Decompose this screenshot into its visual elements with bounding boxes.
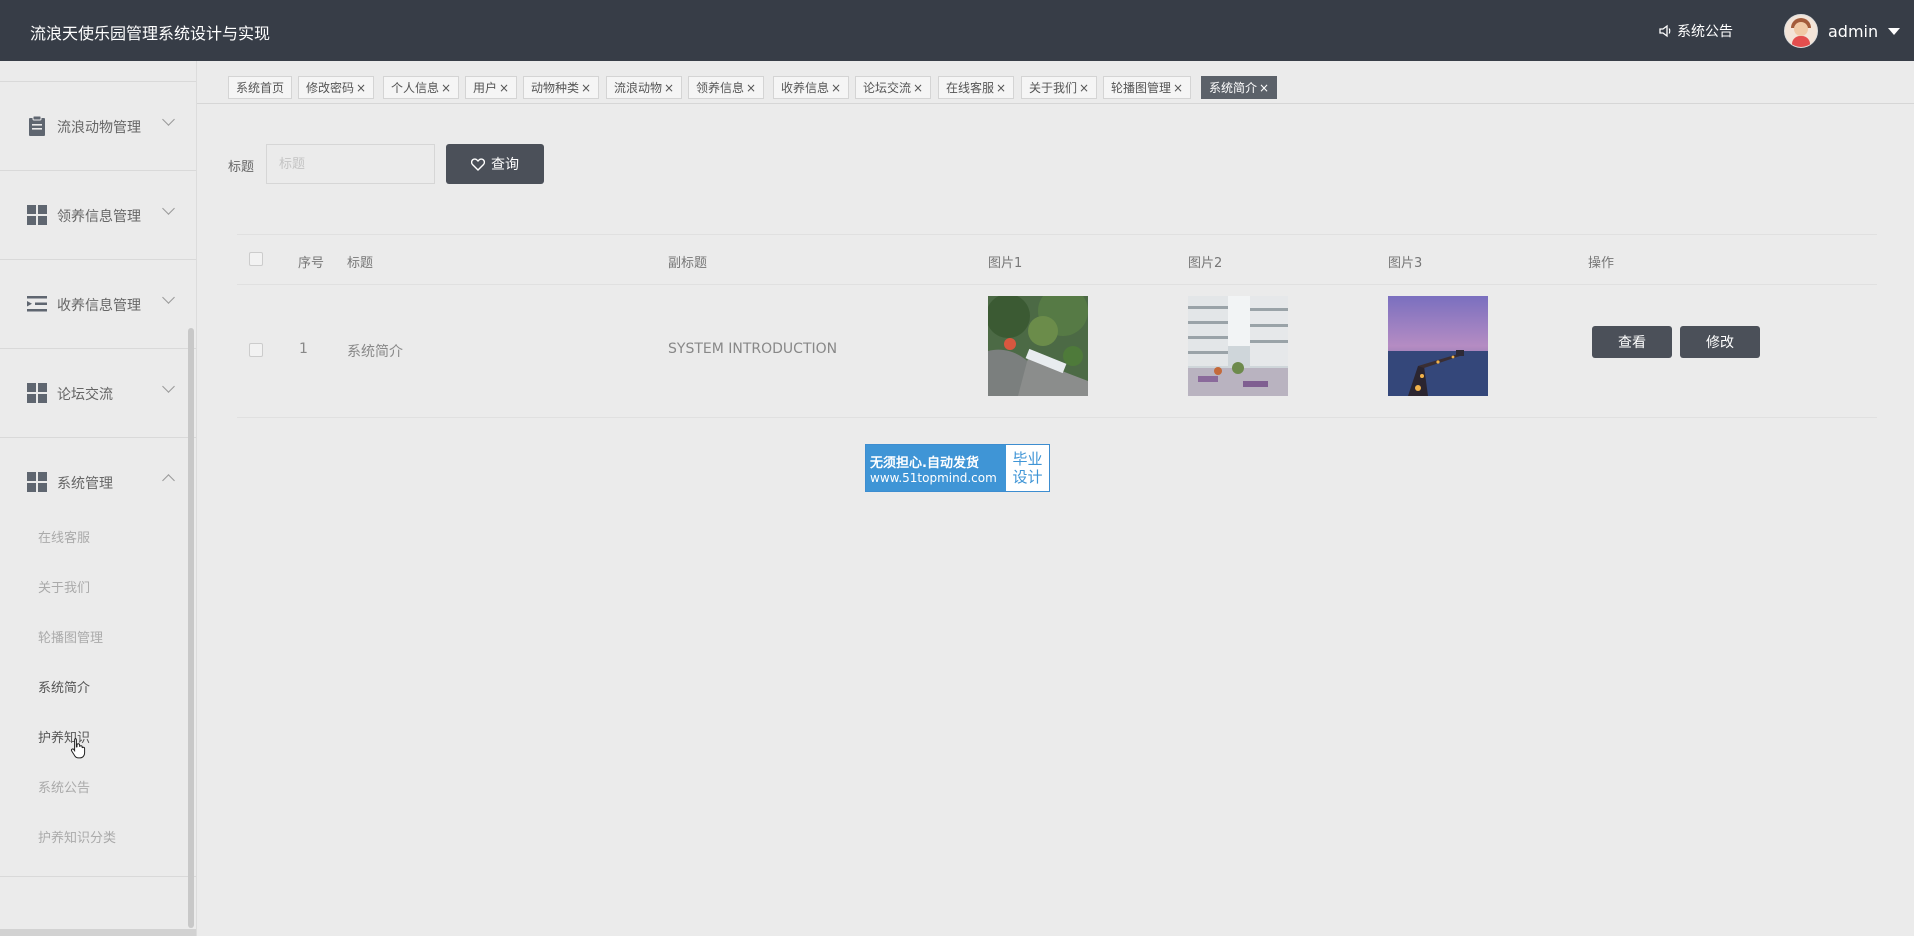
tab-bar: 系统首页 修改密码 × 个人信息 × 用户 × 动物种类 × 流浪动物 × 领养信息 × 收…	[197, 61, 1914, 104]
list-indent-icon	[27, 296, 47, 312]
row-title: 系统简介	[347, 344, 403, 360]
search-label: 标题	[228, 160, 255, 175]
sidebar-item-online-service[interactable]: 在线客服	[38, 527, 90, 546]
grid-icon	[27, 383, 47, 403]
sidebar-item-carousel[interactable]: 轮播图管理	[38, 627, 103, 646]
tab-users[interactable]: 用户 ×	[465, 76, 518, 99]
edit-button[interactable]: 修改	[1680, 326, 1760, 358]
tab-online-service[interactable]: 在线客服 ×	[938, 76, 1015, 99]
sidebar-item-system-notice[interactable]: 系统公告	[38, 777, 90, 796]
tab-carousel[interactable]: 轮播图管理 ×	[1103, 76, 1192, 99]
column-header-title: 标题	[347, 256, 374, 271]
sidebar-group-forum[interactable]: 论坛交流	[0, 348, 196, 437]
tab-forum[interactable]: 论坛交流 ×	[855, 76, 932, 99]
sidebar-horizontal-scrollbar[interactable]	[0, 929, 196, 936]
caret-down-icon	[1888, 27, 1901, 35]
sidebar-group-label: 系统管理	[57, 476, 113, 492]
tab-change-password[interactable]: 修改密码 ×	[298, 76, 375, 99]
sidebar-group-label: 收养信息管理	[57, 298, 141, 314]
watermark-badge: 无须担心.自动发货 www.51topmind.com 毕业 设计	[865, 444, 1050, 492]
row-subtitle: SYSTEM INTRODUCTION	[668, 341, 838, 357]
watermark-line1: 无须担心.自动发货	[870, 455, 979, 471]
table-header: 序号 标题 副标题 图片1 图片2 图片3 操作	[237, 235, 1877, 285]
app-title: 流浪天使乐园管理系统设计与实现	[30, 24, 271, 43]
avatar	[1784, 14, 1818, 48]
chevron-down-icon	[162, 291, 175, 304]
clipboard-icon	[29, 115, 45, 136]
chevron-up-icon	[162, 474, 175, 487]
close-icon[interactable]: ×	[831, 81, 841, 95]
image3-thumbnail[interactable]	[1388, 296, 1488, 396]
hand-cursor-icon	[70, 738, 86, 759]
close-icon[interactable]: ×	[664, 81, 674, 95]
user-menu[interactable]: admin	[1784, 14, 1901, 48]
image2-thumbnail[interactable]	[1188, 296, 1288, 396]
notice-label: 系统公告	[1677, 24, 1733, 40]
sidebar-item-system-intro[interactable]: 系统简介	[38, 677, 90, 696]
tab-adoption-info[interactable]: 领养信息 ×	[688, 76, 765, 99]
grid-icon	[27, 205, 47, 225]
tab-profile[interactable]: 个人信息 ×	[383, 76, 460, 99]
chevron-down-icon	[162, 380, 175, 393]
tab-about-us[interactable]: 关于我们 ×	[1021, 76, 1098, 99]
title-search-input[interactable]	[266, 144, 435, 184]
chevron-down-icon	[162, 113, 175, 126]
query-button-label: 查询	[491, 157, 519, 173]
watermark-right2: 设计	[1012, 468, 1043, 486]
sidebar-group-label: 论坛交流	[57, 387, 113, 403]
chevron-down-icon	[162, 202, 175, 215]
tab-system-intro[interactable]: 系统简介 ×	[1201, 76, 1278, 99]
sidebar-item-care-category[interactable]: 护养知识分类	[38, 827, 116, 846]
image1-thumbnail[interactable]	[988, 296, 1088, 396]
close-icon[interactable]: ×	[356, 81, 366, 95]
select-all-checkbox[interactable]	[249, 252, 263, 266]
column-header-subtitle: 副标题	[668, 256, 708, 271]
sidebar-scrollbar[interactable]	[188, 328, 194, 928]
sidebar-group-adoption[interactable]: 领养信息管理	[0, 170, 196, 259]
tab-animal-types[interactable]: 动物种类 ×	[523, 76, 600, 99]
watermark-right1: 毕业	[1012, 450, 1043, 468]
column-header-index: 序号	[298, 256, 325, 271]
table-row: 1 系统简介 SYSTEM INTRODUCTION 查看 修改	[237, 285, 1877, 416]
close-icon[interactable]: ×	[441, 81, 451, 95]
close-icon[interactable]: ×	[913, 81, 923, 95]
close-icon[interactable]: ×	[1173, 81, 1183, 95]
top-header: 流浪天使乐园管理系统设计与实现 系统公告 admin	[0, 0, 1914, 61]
system-notice-link[interactable]: 系统公告	[1658, 21, 1733, 41]
sidebar-group-stray-animals[interactable]: 流浪动物管理	[0, 81, 196, 170]
close-icon[interactable]: ×	[746, 81, 756, 95]
tab-stray-animals[interactable]: 流浪动物 ×	[606, 76, 683, 99]
close-icon[interactable]: ×	[996, 81, 1006, 95]
column-header-image3: 图片3	[1388, 256, 1423, 271]
grid-icon	[27, 472, 47, 492]
tab-foster-info[interactable]: 收养信息 ×	[773, 76, 850, 99]
sidebar-group-label: 领养信息管理	[57, 209, 141, 225]
sidebar-group-system[interactable]: 系统管理	[0, 437, 196, 877]
column-header-actions: 操作	[1588, 256, 1615, 271]
close-icon[interactable]: ×	[1259, 81, 1269, 95]
tab-home[interactable]: 系统首页	[228, 76, 293, 99]
view-button[interactable]: 查看	[1592, 326, 1672, 358]
data-table: 序号 标题 副标题 图片1 图片2 图片3 操作 1 系统简介 SYSTEM I…	[237, 234, 1877, 418]
close-icon[interactable]: ×	[499, 81, 509, 95]
watermark-line2: www.51topmind.com	[870, 470, 997, 485]
user-name: admin	[1828, 21, 1879, 41]
close-icon[interactable]: ×	[581, 81, 591, 95]
heart-icon	[471, 157, 485, 171]
row-checkbox[interactable]	[249, 343, 263, 357]
column-header-image1: 图片1	[988, 256, 1023, 271]
sidebar: 流浪动物管理 领养信息管理 收养信息管理 论坛交流 系统管理 在线客服 关于我们…	[0, 61, 197, 936]
query-button[interactable]: 查询	[446, 144, 544, 184]
row-index: 1	[299, 341, 308, 357]
column-header-image2: 图片2	[1188, 256, 1223, 271]
sidebar-group-foster[interactable]: 收养信息管理	[0, 259, 196, 348]
sidebar-group-label: 流浪动物管理	[57, 120, 141, 136]
sidebar-item-about-us[interactable]: 关于我们	[38, 577, 90, 596]
speaker-icon	[1659, 24, 1671, 38]
close-icon[interactable]: ×	[1079, 81, 1089, 95]
